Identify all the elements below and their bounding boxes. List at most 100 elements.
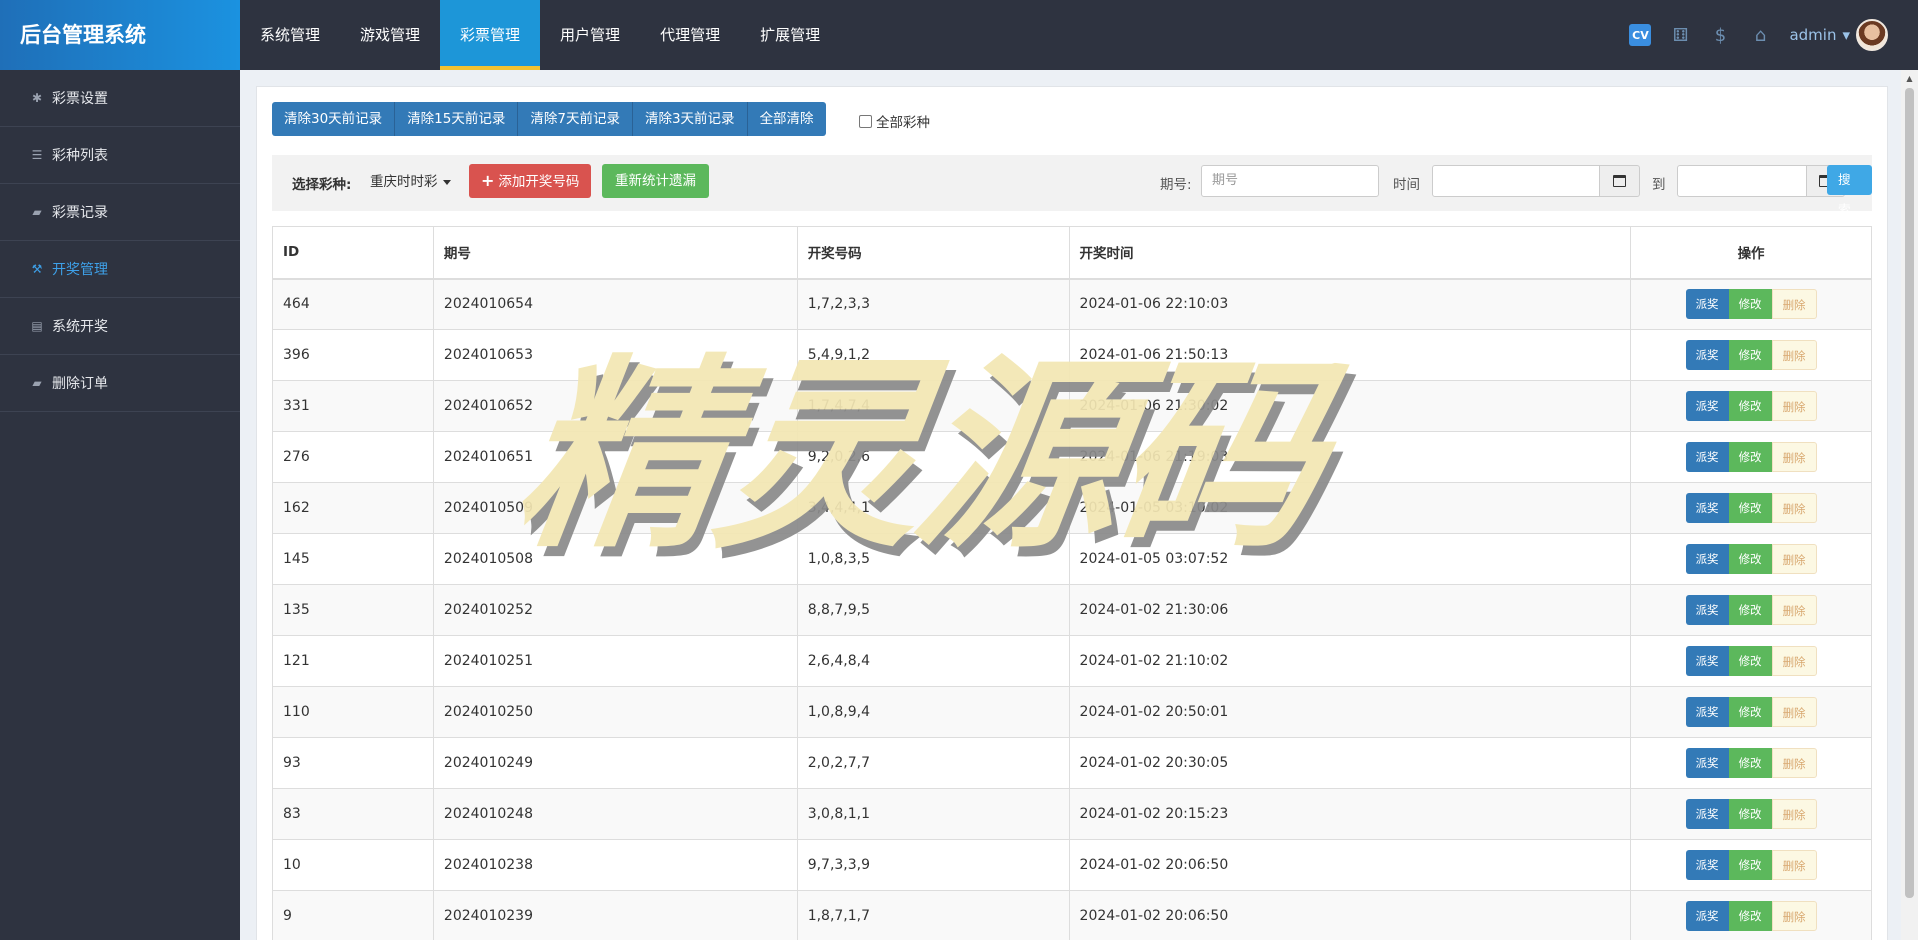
- cell-ops: 派奖 修改 删除: [1630, 890, 1872, 940]
- scroll-up-icon[interactable]: ▲: [1901, 70, 1918, 87]
- cell-time: 2024-01-06 21:19:03: [1068, 431, 1632, 483]
- sidebar-item-lottery-settings[interactable]: ✱ 彩票设置: [0, 70, 240, 127]
- end-time-input[interactable]: [1677, 165, 1807, 197]
- award-button[interactable]: 派奖: [1685, 799, 1729, 829]
- cell-numbers: 1,7,4,7,4: [796, 380, 1070, 432]
- edit-button[interactable]: 修改: [1728, 850, 1772, 880]
- cell-ops: 派奖 修改 删除: [1630, 482, 1872, 534]
- cell-issue: 2024010239: [432, 890, 798, 940]
- award-button[interactable]: 派奖: [1685, 340, 1729, 370]
- delete-button[interactable]: 删除: [1771, 850, 1817, 880]
- sidebar-item-lottery-records[interactable]: ▰ 彩票记录: [0, 184, 240, 241]
- edit-button[interactable]: 修改: [1728, 442, 1772, 472]
- award-button[interactable]: 派奖: [1685, 544, 1729, 574]
- recount-missing-button[interactable]: 重新统计遗漏: [602, 164, 709, 198]
- clear-3-days-button[interactable]: 清除3天前记录: [632, 102, 748, 136]
- sidebar-item-delete-orders[interactable]: ▰ 删除订单: [0, 355, 240, 412]
- cell-id: 331: [272, 380, 434, 432]
- edit-button[interactable]: 修改: [1728, 493, 1772, 523]
- nav-lottery[interactable]: 彩票管理: [440, 0, 541, 70]
- add-draw-number-button[interactable]: + 添加开奖号码: [469, 164, 592, 198]
- scroll-thumb[interactable]: [1905, 88, 1914, 898]
- nav-system[interactable]: 系统管理: [240, 0, 340, 70]
- table-body: 464 2024010654 1,7,2,3,3 2024-01-06 22:10:0…: [272, 278, 1872, 940]
- delete-button[interactable]: 删除: [1771, 697, 1817, 727]
- delete-button[interactable]: 删除: [1771, 340, 1817, 370]
- delete-button[interactable]: 删除: [1771, 289, 1817, 320]
- award-button[interactable]: 派奖: [1685, 697, 1729, 727]
- nav-extensions[interactable]: 扩展管理: [740, 0, 840, 70]
- avatar[interactable]: [1856, 19, 1888, 51]
- all-lottery-checkbox[interactable]: 全部彩种: [859, 111, 930, 131]
- dollar-icon[interactable]: $: [1709, 24, 1731, 46]
- table-row: 83 2024010248 3,0,8,1,1 2024-01-02 20:15:23…: [272, 788, 1872, 840]
- edit-button[interactable]: 修改: [1728, 748, 1772, 778]
- brand-title: 后台管理系统: [0, 0, 240, 70]
- award-button[interactable]: 派奖: [1685, 646, 1729, 676]
- calendar-icon: [1613, 175, 1626, 187]
- delete-button[interactable]: 删除: [1771, 391, 1817, 421]
- delete-button[interactable]: 删除: [1771, 544, 1817, 574]
- award-button[interactable]: 派奖: [1685, 595, 1729, 625]
- award-button[interactable]: 派奖: [1685, 748, 1729, 778]
- start-calendar-button[interactable]: [1600, 165, 1640, 197]
- lottery-select[interactable]: 重庆时时彩: [358, 165, 463, 199]
- nav-agents[interactable]: 代理管理: [640, 0, 740, 70]
- user-menu[interactable]: admin ▾: [1789, 19, 1888, 51]
- award-button[interactable]: 派奖: [1685, 391, 1729, 421]
- edit-button[interactable]: 修改: [1728, 697, 1772, 727]
- edit-button[interactable]: 修改: [1728, 289, 1772, 320]
- nav-games[interactable]: 游戏管理: [340, 0, 440, 70]
- clear-30-days-button[interactable]: 清除30天前记录: [272, 102, 396, 136]
- table-row: 110 2024010250 1,0,8,9,4 2024-01-02 20:50:0…: [272, 686, 1872, 738]
- cell-numbers: 2,6,4,8,4: [796, 635, 1070, 687]
- award-button[interactable]: 派奖: [1685, 289, 1729, 320]
- checkbox[interactable]: [859, 114, 872, 128]
- table-row: 121 2024010251 2,6,4,8,4 2024-01-02 21:10:0…: [272, 635, 1872, 687]
- edit-button[interactable]: 修改: [1728, 901, 1772, 931]
- gear-icon: ✱: [31, 91, 43, 105]
- edit-button[interactable]: 修改: [1728, 391, 1772, 421]
- clear-15-days-button[interactable]: 清除15天前记录: [395, 102, 519, 136]
- edit-button[interactable]: 修改: [1728, 646, 1772, 676]
- clear-all-button[interactable]: 全部清除: [747, 102, 826, 136]
- nav-users[interactable]: 用户管理: [540, 0, 640, 70]
- cell-numbers: 1,0,8,3,5: [796, 533, 1070, 585]
- sidebar-item-draw-management[interactable]: ⚒ 开奖管理: [0, 241, 240, 298]
- sidebar-item-lottery-list[interactable]: ☰ 彩种列表: [0, 127, 240, 184]
- search-button[interactable]: 搜索: [1827, 165, 1872, 217]
- delete-button[interactable]: 删除: [1771, 493, 1817, 523]
- table-row: 396 2024010653 5,4,9,1,2 2024-01-06 21:50:1…: [272, 329, 1872, 381]
- delete-button[interactable]: 删除: [1771, 901, 1817, 931]
- gift-icon[interactable]: ⚅: [1669, 24, 1691, 46]
- award-button[interactable]: 派奖: [1685, 901, 1729, 931]
- issue-input[interactable]: 期号: [1201, 165, 1379, 197]
- award-button[interactable]: 派奖: [1685, 442, 1729, 472]
- edit-button[interactable]: 修改: [1728, 799, 1772, 829]
- book-icon: ▰: [32, 376, 42, 390]
- award-button[interactable]: 派奖: [1685, 493, 1729, 523]
- sidebar-item-label: 开奖管理: [52, 262, 108, 278]
- delete-button[interactable]: 删除: [1771, 442, 1817, 472]
- to-label: 到: [1652, 177, 1666, 193]
- sidebar-item-system-draw[interactable]: ▤ 系统开奖: [0, 298, 240, 355]
- delete-button[interactable]: 删除: [1771, 595, 1817, 625]
- home-icon[interactable]: ⌂: [1749, 24, 1771, 46]
- clear-7-days-button[interactable]: 清除7天前记录: [518, 102, 633, 136]
- edit-button[interactable]: 修改: [1728, 595, 1772, 625]
- table-row: 162 2024010509 3,4,4,4,1 2024-01-05 03:10:0…: [272, 482, 1872, 534]
- edit-button[interactable]: 修改: [1728, 544, 1772, 574]
- delete-button[interactable]: 删除: [1771, 646, 1817, 676]
- cell-numbers: 8,8,7,9,5: [796, 584, 1070, 636]
- edit-button[interactable]: 修改: [1728, 340, 1772, 370]
- cell-time: 2024-01-05 03:10:02: [1068, 482, 1632, 534]
- cell-issue: 2024010251: [432, 635, 798, 687]
- delete-button[interactable]: 删除: [1771, 748, 1817, 778]
- cell-numbers: 1,8,7,1,7: [796, 890, 1070, 940]
- cell-issue: 2024010238: [432, 839, 798, 891]
- page-scrollbar[interactable]: ▲: [1901, 70, 1918, 940]
- delete-button[interactable]: 删除: [1771, 799, 1817, 829]
- award-button[interactable]: 派奖: [1685, 850, 1729, 880]
- start-time-input[interactable]: [1432, 165, 1600, 197]
- cv-icon[interactable]: CV: [1629, 24, 1652, 46]
